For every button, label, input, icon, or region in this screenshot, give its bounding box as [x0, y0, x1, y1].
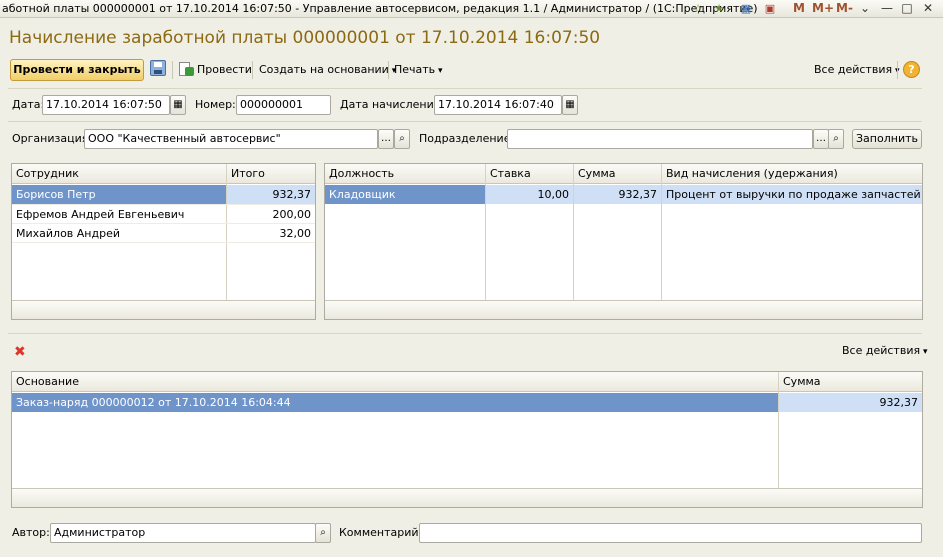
- memory-button[interactable]: M: [793, 1, 805, 15]
- favorites-icon[interactable]: ★: [711, 1, 727, 16]
- memory-minus-button[interactable]: M-: [836, 1, 853, 15]
- dropdown-icon[interactable]: ⌄: [857, 1, 873, 16]
- print-button[interactable]: Печать: [394, 61, 443, 79]
- toolbar-separator: [897, 61, 898, 79]
- create-on-basis-button[interactable]: Создать на основании: [259, 61, 396, 79]
- all-actions-button[interactable]: Все действия: [814, 61, 899, 79]
- date-picker-icon[interactable]: ▦: [170, 95, 186, 115]
- toolbar-separator: [252, 61, 253, 79]
- column-header-employee[interactable]: Сотрудник: [12, 164, 226, 183]
- department-field[interactable]: [507, 129, 813, 149]
- column-header-rate[interactable]: Ставка: [486, 164, 573, 183]
- toolbar-separator: [388, 61, 389, 79]
- page-title: Начисление заработной платы 000000001 от…: [9, 28, 601, 48]
- search-icon[interactable]: ⌕: [315, 523, 331, 543]
- fill-button[interactable]: Заполнить: [852, 129, 922, 149]
- post-button[interactable]: Провести: [197, 61, 252, 79]
- window-title: аботной платы 000000001 от 17.10.2014 16…: [2, 2, 758, 15]
- comment-label: Комментарий:: [339, 526, 423, 539]
- table-row-cell-employee[interactable]: Ефремов Андрей Евгеньевич: [12, 205, 226, 224]
- favorites-add-icon[interactable]: ☆: [690, 1, 706, 16]
- divider: [8, 333, 922, 334]
- divider: [8, 121, 922, 122]
- table-row-cell-total[interactable]: 32,00: [227, 224, 315, 243]
- help-icon[interactable]: ?: [903, 61, 920, 78]
- search-icon[interactable]: ⌕: [394, 129, 410, 149]
- basis-all-actions-button[interactable]: Все действия: [842, 342, 927, 360]
- search-icon[interactable]: ⌕: [828, 129, 844, 149]
- column-header-total[interactable]: Итого: [227, 164, 315, 183]
- window-title-bar: аботной платы 000000001 от 17.10.2014 16…: [0, 0, 943, 18]
- calendar-icon[interactable]: ▣: [762, 1, 778, 16]
- table-header: Сотрудник Итого: [12, 164, 315, 184]
- basis-table[interactable]: Основание Сумма Заказ-наряд 000000012 от…: [11, 371, 923, 508]
- row-divider: [12, 242, 315, 243]
- date-label: Дата:: [12, 98, 45, 111]
- memory-plus-button[interactable]: M+: [812, 1, 834, 15]
- maximize-button[interactable]: □: [899, 1, 915, 16]
- comment-field[interactable]: [419, 523, 922, 543]
- accrual-date-label: Дата начисления:: [340, 98, 445, 111]
- table-row-cell-accrual-type[interactable]: Процент от выручки по продаже запчастей: [662, 185, 922, 204]
- divider: [8, 88, 922, 89]
- table-header: Должность Ставка Сумма Вид начисления (у…: [325, 164, 922, 184]
- post-and-close-button[interactable]: Провести и закрыть: [10, 59, 144, 81]
- author-field[interactable]: Администратор: [50, 523, 316, 543]
- table-row-cell-employee[interactable]: Борисов Петр: [12, 185, 226, 204]
- number-field[interactable]: 000000001: [236, 95, 331, 115]
- table-row-cell-basis[interactable]: Заказ-наряд 000000012 от 17.10.2014 16:0…: [12, 393, 778, 412]
- table-row-cell-employee[interactable]: Михайлов Андрей: [12, 224, 226, 243]
- organization-label: Организация:: [12, 132, 93, 145]
- minimize-button[interactable]: —: [879, 1, 895, 16]
- table-row-cell-sum[interactable]: 932,37: [574, 185, 661, 204]
- toolbar-separator: [172, 61, 173, 79]
- department-label: Подразделение:: [419, 132, 515, 145]
- employees-table[interactable]: Сотрудник Итого Борисов Петр 932,37 Ефре…: [11, 163, 316, 320]
- column-header-basis[interactable]: Основание: [12, 372, 777, 391]
- ellipsis-icon[interactable]: …: [813, 129, 829, 149]
- accruals-table[interactable]: Должность Ставка Сумма Вид начисления (у…: [324, 163, 923, 320]
- accrual-date-picker-icon[interactable]: ▦: [562, 95, 578, 115]
- table-row-cell-position[interactable]: Кладовщик: [325, 185, 485, 204]
- table-row-cell-sum[interactable]: 932,37: [779, 393, 922, 412]
- table-row-cell-total[interactable]: 200,00: [227, 205, 315, 224]
- author-label: Автор:: [12, 526, 50, 539]
- number-label: Номер:: [195, 98, 236, 111]
- column-header-accrual-type[interactable]: Вид начисления (удержания): [662, 164, 922, 183]
- close-button[interactable]: ✕: [920, 1, 936, 16]
- calculator-icon[interactable]: ▦: [738, 1, 754, 16]
- table-row-cell-rate[interactable]: 10,00: [486, 185, 573, 204]
- delete-icon[interactable]: ✖: [14, 344, 26, 360]
- ellipsis-icon[interactable]: …: [378, 129, 394, 149]
- date-field[interactable]: 17.10.2014 16:07:50: [42, 95, 170, 115]
- column-header-position[interactable]: Должность: [325, 164, 485, 183]
- column-header-sum[interactable]: Сумма: [779, 372, 922, 391]
- accrual-date-field[interactable]: 17.10.2014 16:07:40: [434, 95, 562, 115]
- organization-field[interactable]: ООО "Качественный автосервис": [84, 129, 378, 149]
- table-footer: [12, 300, 315, 319]
- column-header-sum[interactable]: Сумма: [574, 164, 661, 183]
- table-footer: [325, 300, 922, 319]
- table-footer: [12, 488, 922, 507]
- table-header: Основание Сумма: [12, 372, 922, 392]
- save-icon[interactable]: [150, 60, 166, 76]
- post-icon[interactable]: [178, 61, 194, 77]
- table-row-cell-total[interactable]: 932,37: [227, 185, 315, 204]
